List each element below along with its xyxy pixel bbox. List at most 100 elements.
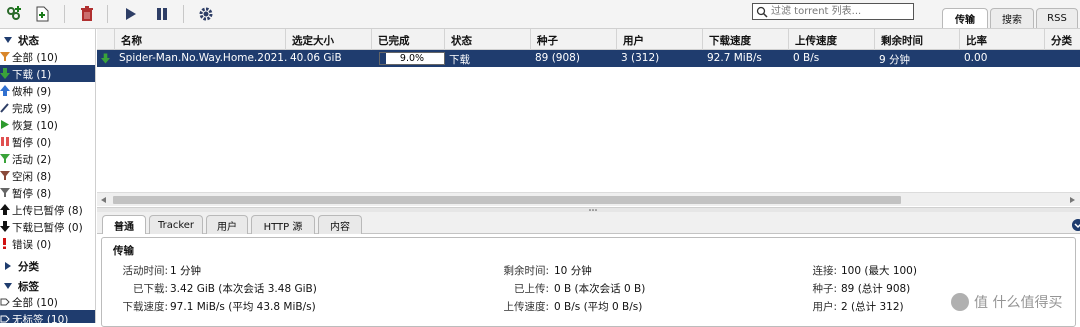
column-category[interactable]: 分类 — [1044, 29, 1080, 50]
column-ratio[interactable]: 比率 — [959, 29, 1045, 50]
detail-label: 已下载: — [132, 283, 168, 295]
sidebar-item-label: 全部 (10) — [12, 297, 58, 309]
detail-value: 97.1 MiB/s (平均 43.8 MiB/s) — [170, 301, 316, 313]
tab-transfers[interactable]: 传输 — [942, 8, 988, 28]
detail-value: 100 (最大 100) — [841, 265, 917, 277]
category-section-header[interactable]: 分类 — [0, 258, 95, 274]
tag-icon — [0, 298, 10, 306]
resume-icon[interactable] — [119, 3, 141, 25]
sidebar-item-tag-all[interactable]: 全部 (10) — [0, 293, 95, 310]
sidebar-item-label: 上传已暂停 (8) — [12, 205, 83, 217]
cell-seeds: 89 (908) — [535, 52, 580, 64]
upload-paused-icon — [0, 204, 10, 215]
tags-section-header[interactable]: 标签 — [0, 278, 95, 294]
sidebar-item-download-paused[interactable]: 下载已暂停 (0) — [0, 218, 95, 235]
sidebar-item-untagged[interactable]: 无标签 (10) — [0, 310, 95, 323]
sidebar-item-error[interactable]: 错误 (0) — [0, 235, 95, 252]
tab-rss[interactable]: RSS — [1036, 8, 1078, 28]
column-eta[interactable]: 剩余时间 — [874, 29, 960, 50]
detail-label: 活动时间: — [122, 265, 168, 277]
tab-http-sources[interactable]: HTTP 源 — [251, 215, 315, 234]
sidebar-item-label: 做种 (9) — [12, 86, 52, 98]
tab-search[interactable]: 搜索 — [990, 8, 1034, 28]
detail-value: 0 B (本次会话 0 B) — [554, 283, 646, 295]
add-torrent-link-icon[interactable] — [3, 3, 25, 25]
sidebar-item-label: 下载已暂停 (0) — [12, 222, 83, 234]
sidebar-item-active[interactable]: 活动 (2) — [0, 150, 95, 167]
sidebar-item-label: 恢复 (10) — [12, 120, 58, 132]
search-box — [752, 3, 914, 20]
cell-category — [1046, 50, 1080, 67]
detail-label: 种子: — [812, 283, 837, 295]
sidebar-item-resumed[interactable]: 恢复 (10) — [0, 116, 95, 133]
status-section-header[interactable]: 状态 — [0, 32, 95, 48]
sidebar-item-completed[interactable]: 完成 (9) — [0, 99, 95, 116]
tab-content[interactable]: 内容 — [318, 215, 362, 234]
chevron-down-icon[interactable] — [1072, 219, 1080, 231]
add-torrent-file-icon[interactable] — [31, 3, 53, 25]
column-down-speed[interactable]: 下载速度 — [702, 29, 788, 50]
delete-icon[interactable] — [76, 3, 98, 25]
tab-peers[interactable]: 用户 — [206, 215, 248, 234]
horizontal-scrollbar[interactable] — [97, 192, 1080, 206]
category-header-label: 分类 — [18, 261, 39, 273]
sidebar-item-upload-paused[interactable]: 上传已暂停 (8) — [0, 201, 95, 218]
detail-value: 10 分钟 — [554, 265, 592, 277]
tab-general[interactable]: 普通 — [102, 215, 146, 235]
detail-label: 下载速度: — [122, 301, 168, 313]
scrollbar-thumb[interactable] — [113, 196, 901, 204]
settings-gear-icon[interactable] — [195, 3, 217, 25]
sidebar-item-idle[interactable]: 空闲 (8) — [0, 167, 95, 184]
progress-text: 9.0% — [399, 53, 425, 64]
cell-status: 下载 — [449, 54, 470, 66]
detail-label: 已上传: — [513, 283, 549, 295]
collapse-arrow-icon — [4, 283, 12, 289]
upload-arrow-icon — [0, 85, 10, 96]
sidebar-item-label: 无标签 (10) — [12, 314, 69, 323]
column-seeds[interactable]: 种子 — [530, 29, 616, 50]
detail-value: 0 B/s (平均 0 B/s) — [554, 301, 643, 313]
sidebar-item-seeding[interactable]: 做种 (9) — [0, 82, 95, 99]
scroll-right-icon[interactable] — [1069, 197, 1075, 203]
sidebar-item-all[interactable]: 全部 (10) — [0, 48, 95, 65]
detail-label: 上传速度: — [503, 301, 549, 313]
pause-icon[interactable] — [151, 3, 173, 25]
list-header: 名称 选定大小 已完成 状态 种子 用户 下载速度 上传速度 剩余时间 比率 分… — [97, 29, 1080, 50]
filter-stalled-icon — [0, 188, 10, 197]
sidebar-item-label: 完成 (9) — [12, 103, 52, 115]
sidebar-item-paused[interactable]: 暂停 (0) — [0, 133, 95, 150]
sidebar-item-label: 空闲 (8) — [12, 171, 52, 183]
toolbar-separator — [107, 5, 108, 23]
cell-size: 40.06 GiB — [290, 52, 342, 64]
table-row[interactable]: Spider-Man.No.Way.Home.2021.B... 40.06 G… — [97, 50, 1080, 67]
detail-value: 89 (总计 908) — [841, 283, 911, 295]
column-size[interactable]: 选定大小 — [285, 29, 373, 50]
collapse-arrow-icon — [4, 37, 12, 43]
sidebar-item-downloading[interactable]: 下载 (1) — [0, 65, 95, 82]
watermark-text: 值 什么值得买 — [974, 295, 1063, 311]
scroll-left-icon[interactable] — [101, 197, 107, 203]
search-input[interactable] — [771, 4, 911, 19]
watermark-logo-icon — [951, 293, 969, 311]
column-peers[interactable]: 用户 — [616, 29, 702, 50]
column-progress[interactable]: 已完成 — [371, 29, 445, 50]
sidebar-item-stalled[interactable]: 暂停 (8) — [0, 184, 95, 201]
download-arrow-icon — [101, 53, 110, 64]
search-icon — [756, 6, 768, 18]
progress-bar: 9.0% — [379, 52, 445, 65]
tab-trackers[interactable]: Tracker — [149, 215, 203, 234]
play-icon — [1, 120, 9, 129]
filter-active-icon — [0, 154, 10, 163]
sidebar-item-label: 暂停 (0) — [12, 137, 52, 149]
pause-icon — [1, 137, 9, 146]
column-status[interactable]: 状态 — [444, 29, 530, 50]
detail-label: 剩余时间: — [503, 265, 549, 277]
detail-tabs: 普通 Tracker 用户 HTTP 源 内容 — [97, 212, 1080, 235]
sidebar-item-label: 活动 (2) — [12, 154, 52, 166]
cell-peers: 3 (312) — [621, 52, 660, 64]
column-up-speed[interactable]: 上传速度 — [788, 29, 874, 50]
sidebar-item-label: 全部 (10) — [12, 52, 58, 64]
column-name[interactable]: 名称 — [114, 29, 289, 50]
untagged-icon — [0, 315, 10, 323]
cell-up-speed: 0 B/s — [793, 52, 820, 64]
